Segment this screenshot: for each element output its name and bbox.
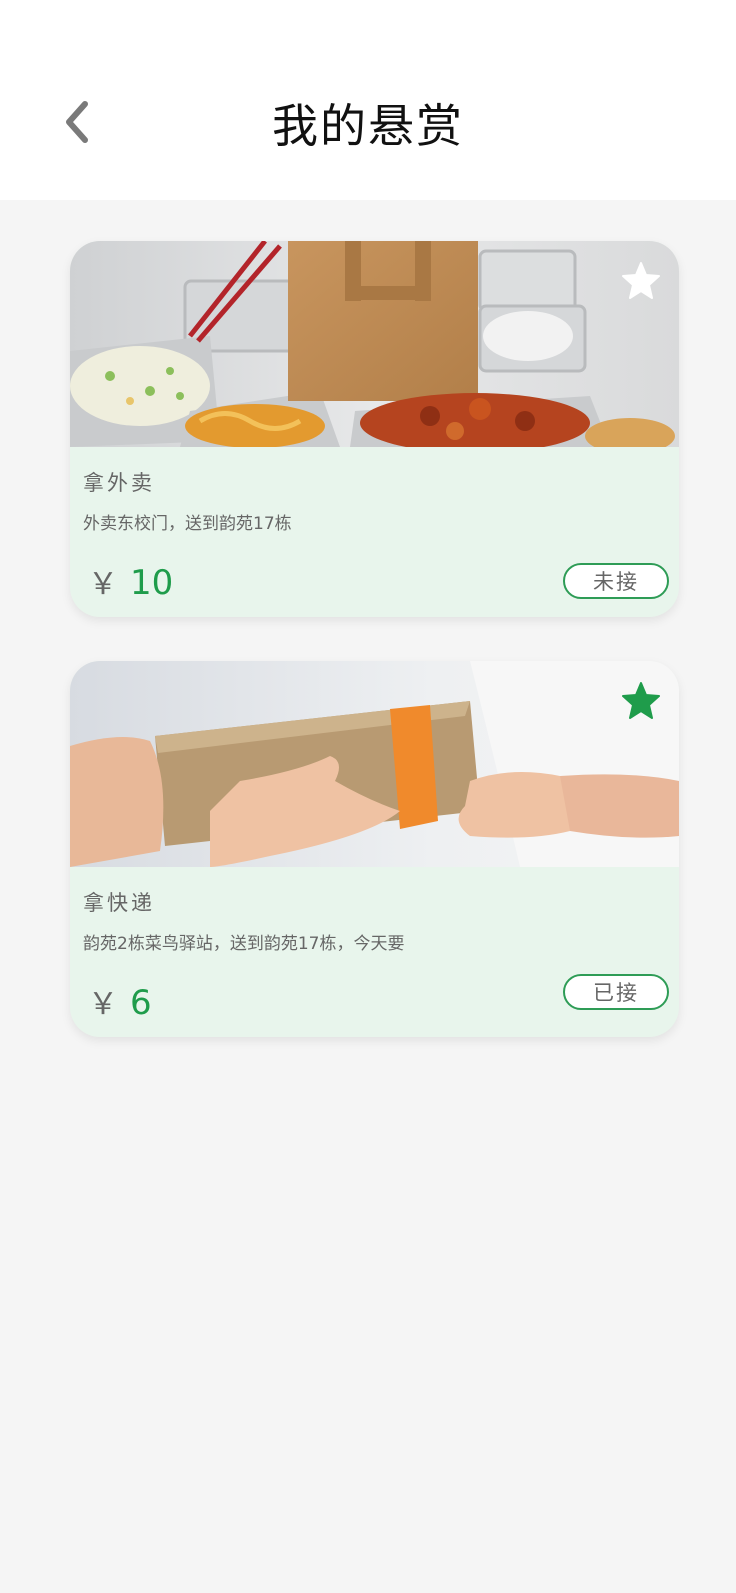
- task-title: 拿外卖: [83, 471, 155, 495]
- currency-symbol: ￥: [88, 567, 118, 602]
- task-description: 外卖东校门，送到韵苑17栋: [83, 514, 292, 534]
- star-icon[interactable]: [621, 681, 661, 721]
- task-description: 韵苑2栋菜鸟驿站，送到韵苑17栋，今天要: [83, 934, 405, 954]
- status-badge[interactable]: 未接: [563, 563, 669, 599]
- reward-amount: 6: [130, 983, 152, 1023]
- page-title: 我的悬赏: [272, 99, 464, 153]
- currency-symbol: ￥: [88, 987, 118, 1022]
- task-title: 拿快递: [83, 891, 155, 915]
- top-bar: 我的悬赏: [0, 0, 736, 200]
- status-badge[interactable]: 已接: [563, 974, 669, 1010]
- star-icon[interactable]: [621, 261, 661, 301]
- reward-price: ￥ 10: [88, 559, 173, 603]
- reward-card[interactable]: 拿外卖 外卖东校门，送到韵苑17栋 ￥ 10 未接: [70, 241, 679, 617]
- reward-price: ￥ 6: [88, 979, 152, 1023]
- package-handoff-photo: [70, 661, 679, 867]
- reward-amount: 10: [130, 563, 174, 603]
- takeout-food-photo: [70, 241, 679, 447]
- reward-card[interactable]: 拿快递 韵苑2栋菜鸟驿站，送到韵苑17栋，今天要 ￥ 6 已接: [70, 661, 679, 1037]
